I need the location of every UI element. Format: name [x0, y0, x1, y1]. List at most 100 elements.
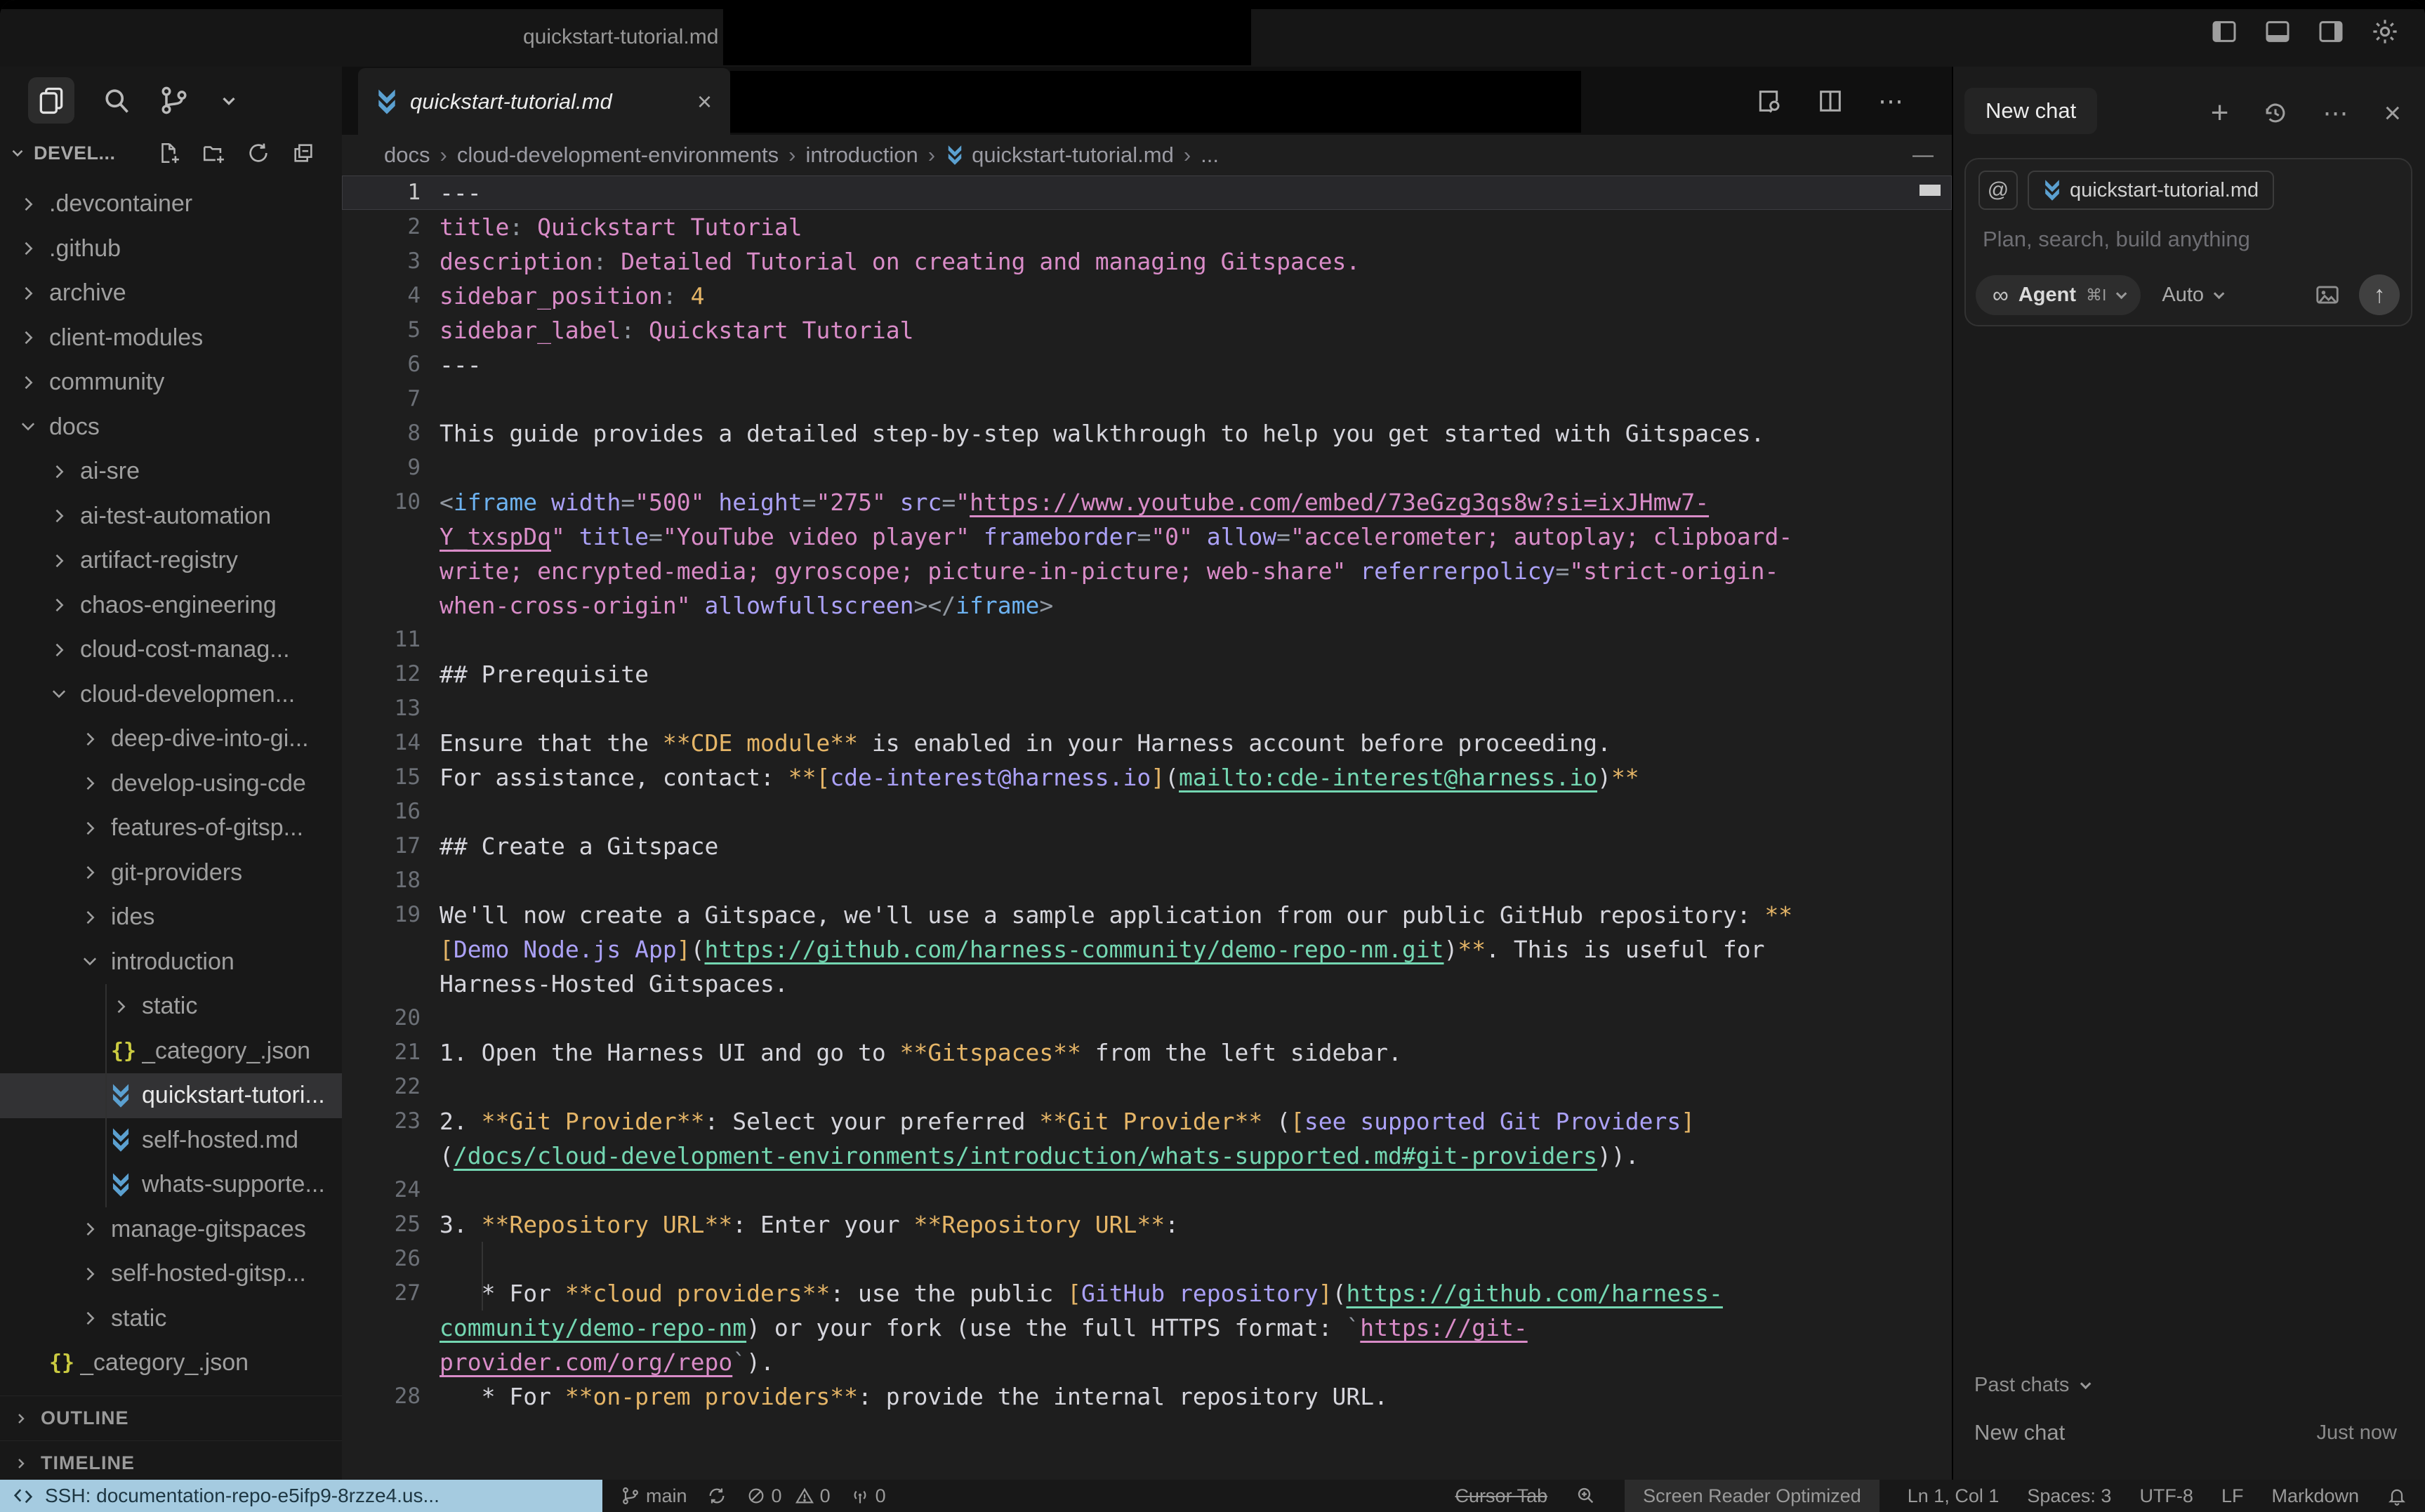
code-line[interactable]: 20: [342, 1001, 1952, 1035]
tree-item[interactable]: introduction: [0, 940, 342, 985]
tree-item[interactable]: archive: [0, 271, 342, 316]
code-line[interactable]: 7: [342, 382, 1952, 416]
explorer-icon[interactable]: [28, 77, 74, 124]
code-line[interactable]: 28 * For **on-prem providers**: provide …: [342, 1379, 1952, 1414]
add-context-button[interactable]: @: [1978, 171, 2018, 210]
code-line[interactable]: when-cross-origin" allowfullscreen></ifr…: [342, 588, 1952, 623]
eol-indicator[interactable]: LF: [2221, 1485, 2244, 1507]
code-line[interactable]: 1---: [342, 175, 1952, 210]
ports-indicator[interactable]: 0: [850, 1485, 886, 1507]
code-line[interactable]: 5sidebar_label: Quickstart Tutorial: [342, 313, 1952, 347]
code-line[interactable]: 253. **Repository URL**: Enter your **Re…: [342, 1207, 1952, 1242]
code-line[interactable]: 9: [342, 451, 1952, 485]
code-line[interactable]: 24: [342, 1173, 1952, 1207]
past-chats-toggle[interactable]: Past chats: [1974, 1374, 2088, 1397]
tree-item[interactable]: community: [0, 360, 342, 405]
screen-reader-indicator[interactable]: Screen Reader Optimized: [1625, 1480, 1879, 1512]
tree-item[interactable]: whats-supporte...: [0, 1162, 342, 1207]
toggle-left-sidebar-icon[interactable]: [2210, 18, 2238, 46]
cursor-position-indicator[interactable]: Ln 1, Col 1: [1908, 1485, 2000, 1507]
code-line[interactable]: 211. Open the Harness UI and go to **Git…: [342, 1035, 1952, 1070]
code-line[interactable]: 10<iframe width="500" height="275" src="…: [342, 485, 1952, 519]
tree-item[interactable]: ai-sre: [0, 449, 342, 494]
timeline-section[interactable]: TIMELINE: [0, 1440, 342, 1485]
chat-input-box[interactable]: @ quickstart-tutorial.md Plan, search, b…: [1964, 158, 2412, 326]
tree-item[interactable]: self-hosted.md: [0, 1118, 342, 1163]
toggle-panel-icon[interactable]: [2264, 18, 2292, 46]
chevron-down-icon[interactable]: [8, 144, 27, 162]
chevron-down-icon[interactable]: [216, 88, 242, 113]
breadcrumb-item[interactable]: cloud-development-environments: [457, 142, 779, 168]
more-actions-icon[interactable]: ⋯: [1878, 86, 1905, 116]
code-line[interactable]: 6---: [342, 347, 1952, 382]
chat-more-icon[interactable]: ⋯: [2322, 98, 2350, 128]
new-chat-icon[interactable]: +: [2211, 98, 2229, 128]
code-line[interactable]: 232. **Git Provider**: Select your prefe…: [342, 1104, 1952, 1139]
collapse-all-icon[interactable]: [291, 141, 315, 165]
code-editor[interactable]: 1---2title: Quickstart Tutorial3descript…: [342, 175, 1952, 1480]
tab-quickstart-tutorial[interactable]: quickstart-tutorial.md ×: [358, 68, 730, 135]
breadcrumb-item[interactable]: ...: [1201, 142, 1219, 168]
split-editor-icon[interactable]: [1816, 87, 1844, 115]
workspace-name[interactable]: DEVEL...: [34, 142, 116, 164]
close-panel-icon[interactable]: ×: [2384, 98, 2401, 128]
code-line[interactable]: 11: [342, 623, 1952, 657]
breadcrumb-item[interactable]: quickstart-tutorial.md: [972, 142, 1174, 168]
close-tab-icon[interactable]: ×: [697, 89, 712, 114]
problems-indicator[interactable]: 0 0: [746, 1485, 831, 1507]
tree-item[interactable]: self-hosted-gitsp...: [0, 1252, 342, 1297]
code-line[interactable]: 22: [342, 1070, 1952, 1104]
tree-item[interactable]: cloud-cost-manag...: [0, 628, 342, 672]
code-line[interactable]: 3description: Detailed Tutorial on creat…: [342, 244, 1952, 279]
tree-item[interactable]: .github: [0, 227, 342, 272]
code-line[interactable]: 13: [342, 691, 1952, 726]
tree-item[interactable]: {}_category_.json: [0, 1341, 342, 1386]
code-line[interactable]: 8This guide provides a detailed step-by-…: [342, 416, 1952, 451]
code-line[interactable]: 2title: Quickstart Tutorial: [342, 210, 1952, 244]
chat-history-item[interactable]: New chat Just now: [1974, 1420, 2397, 1445]
tree-item[interactable]: static: [0, 1297, 342, 1341]
language-mode-indicator[interactable]: Markdown: [2271, 1485, 2359, 1507]
chat-history-icon[interactable]: [2262, 100, 2289, 126]
open-preview-icon[interactable]: [1755, 87, 1783, 115]
outline-section[interactable]: OUTLINE: [0, 1395, 342, 1440]
code-line[interactable]: 14Ensure that the **CDE module** is enab…: [342, 726, 1952, 760]
tree-item[interactable]: cloud-developmen...: [0, 672, 342, 717]
cursor-tab-indicator[interactable]: Cursor Tab: [1455, 1485, 1548, 1507]
tree-item[interactable]: docs: [0, 405, 342, 450]
send-button[interactable]: ↑: [2359, 274, 2400, 315]
new-file-icon[interactable]: [157, 141, 180, 165]
tree-item[interactable]: .devcontainer: [0, 182, 342, 227]
notifications-bell-icon[interactable]: [2387, 1486, 2407, 1506]
code-line[interactable]: 26: [342, 1242, 1952, 1276]
code-line[interactable]: 19We'll now create a Gitspace, we'll use…: [342, 898, 1952, 932]
tree-item[interactable]: ides: [0, 895, 342, 940]
code-line[interactable]: Y_txspDq" title="YouTube video player" f…: [342, 519, 1952, 554]
gear-icon[interactable]: [2370, 17, 2400, 46]
tree-item[interactable]: artifact-registry: [0, 538, 342, 583]
tree-item[interactable]: client-modules: [0, 316, 342, 361]
code-line[interactable]: 18: [342, 863, 1952, 898]
tree-item[interactable]: manage-gitspaces: [0, 1207, 342, 1252]
code-line[interactable]: 12## Prerequisite: [342, 657, 1952, 691]
refresh-icon[interactable]: [246, 141, 270, 165]
context-chip[interactable]: quickstart-tutorial.md: [2028, 171, 2274, 210]
indentation-indicator[interactable]: Spaces: 3: [2027, 1485, 2111, 1507]
code-line[interactable]: 17## Create a Gitspace: [342, 829, 1952, 863]
source-control-icon[interactable]: [159, 85, 190, 116]
tree-item[interactable]: git-providers: [0, 851, 342, 896]
code-line[interactable]: 4sidebar_position: 4: [342, 279, 1952, 313]
tree-item[interactable]: chaos-engineering: [0, 583, 342, 628]
attach-image-icon[interactable]: [2314, 281, 2341, 308]
sync-icon[interactable]: [707, 1486, 727, 1506]
code-line[interactable]: provider.com/org/repo`).: [342, 1345, 1952, 1379]
code-line[interactable]: (/docs/cloud-development-environments/in…: [342, 1139, 1952, 1173]
code-line[interactable]: write; encrypted-media; gyroscope; pictu…: [342, 554, 1952, 588]
tree-item[interactable]: static: [0, 984, 342, 1029]
model-selector[interactable]: Auto: [2162, 284, 2221, 307]
search-icon[interactable]: [101, 85, 132, 116]
encoding-indicator[interactable]: UTF-8: [2139, 1485, 2193, 1507]
new-folder-icon[interactable]: [201, 141, 225, 165]
zoom-indicator-icon[interactable]: [1575, 1485, 1597, 1506]
breadcrumb-item[interactable]: docs: [384, 142, 430, 168]
